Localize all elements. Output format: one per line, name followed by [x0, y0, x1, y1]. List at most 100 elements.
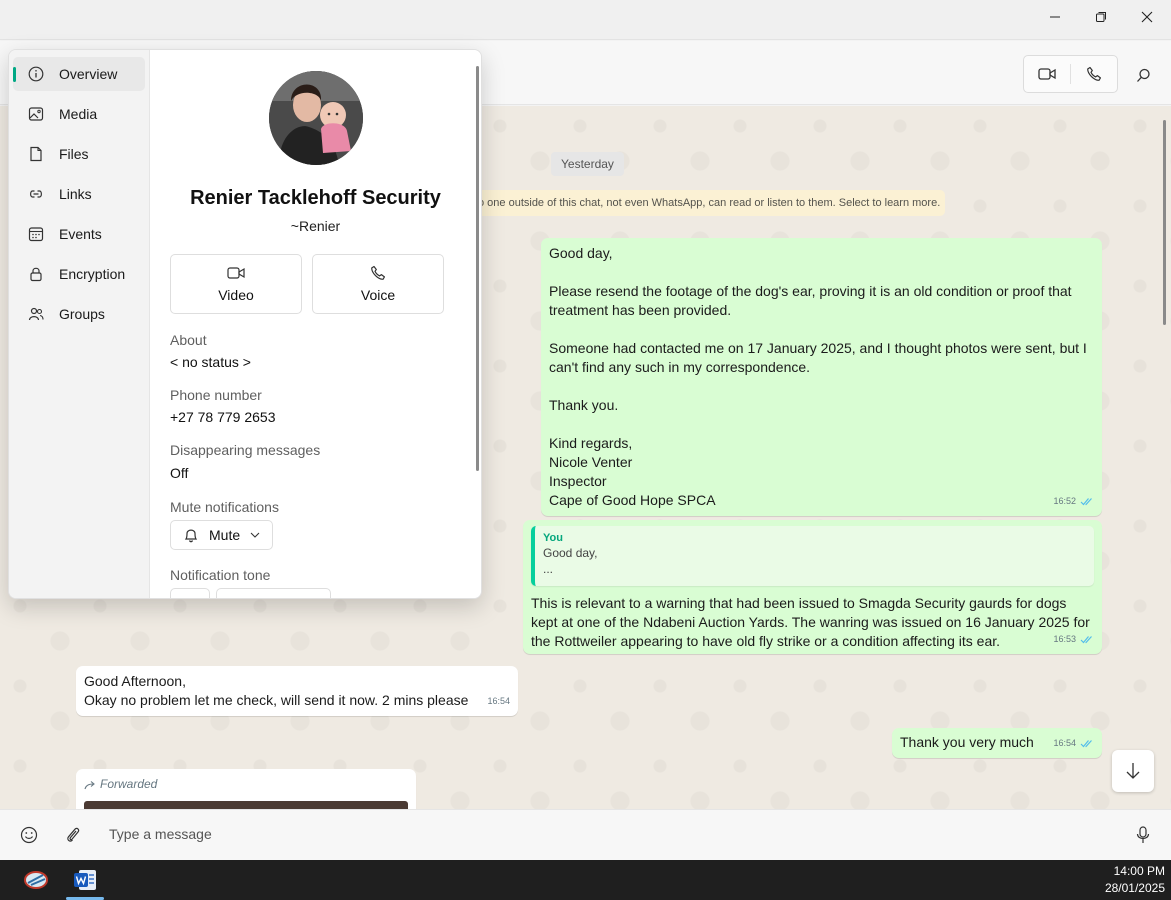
phone-value: +27 78 779 2653 — [170, 409, 276, 425]
clock-time: 14:00 PM — [1113, 864, 1165, 878]
chat-scrollbar[interactable] — [1163, 120, 1166, 325]
phone-icon — [1087, 66, 1101, 81]
nav-item-overview[interactable]: Overview — [13, 57, 145, 91]
message-line: Good Afternoon, — [84, 673, 186, 689]
mute-dropdown[interactable]: Mute — [170, 520, 273, 550]
close-icon — [1141, 11, 1153, 23]
restore-icon — [1096, 12, 1106, 22]
message-line — [549, 320, 1094, 339]
message-meta: 16:54 — [487, 692, 510, 711]
message-input[interactable]: Type a message — [109, 826, 212, 842]
nav-item-label: Links — [59, 186, 92, 202]
quote-line: ... — [543, 562, 554, 576]
nav-item-encryption[interactable]: Encryption — [13, 257, 145, 291]
scroll-to-bottom-button[interactable] — [1112, 750, 1154, 792]
tone-dropdown[interactable] — [216, 588, 331, 598]
paperclip-icon — [67, 827, 80, 842]
nav-item-label: Events — [59, 226, 102, 242]
video-call-button[interactable] — [1024, 56, 1070, 92]
date-separator: Yesterday — [551, 152, 624, 176]
message-line: kept at one of the Ndabeni Auction Yards… — [531, 614, 1090, 630]
nav-item-label: Media — [59, 106, 98, 122]
nav-item-files[interactable]: Files — [13, 137, 145, 171]
nav-item-groups[interactable]: Groups — [13, 297, 145, 331]
message-bubble-outgoing[interactable]: Thank you very much 16:54 — [892, 728, 1102, 758]
emoji-icon — [20, 826, 38, 844]
nav-item-links[interactable]: Links — [13, 177, 145, 211]
disappearing-label: Disappearing messages — [170, 442, 321, 458]
taskbar: 14:00 PM 28/01/2025 — [0, 860, 1171, 900]
message-line: Thank you. — [549, 397, 619, 413]
message-time: 16:52 — [1053, 496, 1076, 506]
call-buttons-group — [1023, 55, 1118, 93]
message-line: Kind regards, — [549, 435, 633, 451]
calendar-icon — [27, 225, 45, 243]
voice-label: Voice — [360, 287, 396, 303]
minimize-icon — [1050, 16, 1060, 18]
message-bubble-outgoing[interactable]: Good day, Please resend the footage of t… — [541, 238, 1102, 516]
link-icon — [27, 185, 45, 203]
mute-label: Mute notifications — [170, 499, 279, 515]
voice-message-button[interactable] — [1132, 824, 1154, 846]
message-line: This is relevant to a warning that had b… — [531, 595, 1067, 611]
video-call-action-button[interactable]: Video — [170, 254, 302, 314]
app-logo-icon — [24, 871, 48, 889]
word-icon — [74, 870, 96, 890]
lock-icon — [27, 265, 45, 283]
contact-info-panel: Overview Media Files Links Events Encryp… — [8, 49, 482, 599]
profile-photo — [269, 71, 363, 165]
message-bubble-incoming[interactable]: Good Afternoon, Okay no problem let me c… — [76, 666, 518, 716]
message-line — [549, 377, 1094, 396]
restore-button[interactable] — [1078, 0, 1124, 34]
search-button[interactable] — [1128, 63, 1158, 87]
emoji-button[interactable] — [18, 824, 40, 846]
nav-item-label: Groups — [59, 306, 105, 322]
search-icon — [1136, 68, 1150, 82]
message-line: Please resend the footage of the dog's e… — [549, 283, 1072, 299]
system-clock[interactable]: 14:00 PM 28/01/2025 — [1105, 863, 1165, 897]
media-thumbnail[interactable] — [84, 801, 408, 809]
encryption-notice[interactable]: o one outside of this chat, not even Wha… — [430, 190, 945, 216]
contact-avatar[interactable] — [269, 71, 363, 165]
file-icon — [27, 145, 45, 163]
message-line: the Rottweiler appearing to have old fly… — [531, 633, 1001, 649]
double-check-icon — [1080, 498, 1092, 506]
play-tone-button[interactable] — [170, 588, 210, 598]
message-time: 16:54 — [1053, 738, 1076, 748]
panel-scrollbar[interactable] — [476, 66, 479, 471]
message-line: Okay no problem let me check, will send … — [84, 692, 469, 708]
people-icon — [27, 305, 45, 323]
clock-date: 28/01/2025 — [1104, 881, 1165, 895]
message-meta: 16:52 — [1053, 492, 1094, 511]
phone-icon — [371, 265, 385, 280]
taskbar-app-1[interactable] — [16, 864, 56, 896]
message-time: 16:53 — [1053, 634, 1076, 644]
image-icon — [27, 105, 45, 123]
notification-tone-label: Notification tone — [170, 567, 271, 583]
voice-call-action-button[interactable]: Voice — [312, 254, 444, 314]
taskbar-word[interactable] — [65, 864, 105, 896]
attach-button[interactable] — [62, 824, 84, 846]
message-line — [549, 415, 1094, 434]
contact-overview: Renier Tacklehoff Security ~Renier Video… — [150, 50, 481, 598]
forward-arrow-icon — [84, 780, 95, 789]
voice-call-button[interactable] — [1071, 56, 1117, 92]
message-time: 16:54 — [487, 696, 510, 706]
contact-nickname: ~Renier — [290, 218, 341, 234]
nav-item-media[interactable]: Media — [13, 97, 145, 131]
about-label: About — [170, 332, 207, 348]
message-bubble-outgoing[interactable]: You Good day, ... This is relevant to a … — [523, 520, 1102, 654]
message-meta: 16:53 — [1053, 630, 1094, 649]
close-button[interactable] — [1124, 0, 1170, 34]
minimize-button[interactable] — [1032, 0, 1078, 34]
quoted-message[interactable]: You Good day, ... — [531, 526, 1094, 586]
nav-item-label: Files — [59, 146, 89, 162]
message-line: Inspector — [549, 473, 607, 489]
video-camera-icon — [1038, 68, 1056, 80]
message-line: can't find any such in my correspondence… — [549, 359, 811, 375]
double-check-icon — [1080, 740, 1092, 748]
nav-item-events[interactable]: Events — [13, 217, 145, 251]
chevron-down-icon — [250, 532, 260, 538]
video-camera-icon — [227, 267, 245, 279]
message-bubble-forwarded[interactable]: Forwarded — [76, 769, 416, 809]
